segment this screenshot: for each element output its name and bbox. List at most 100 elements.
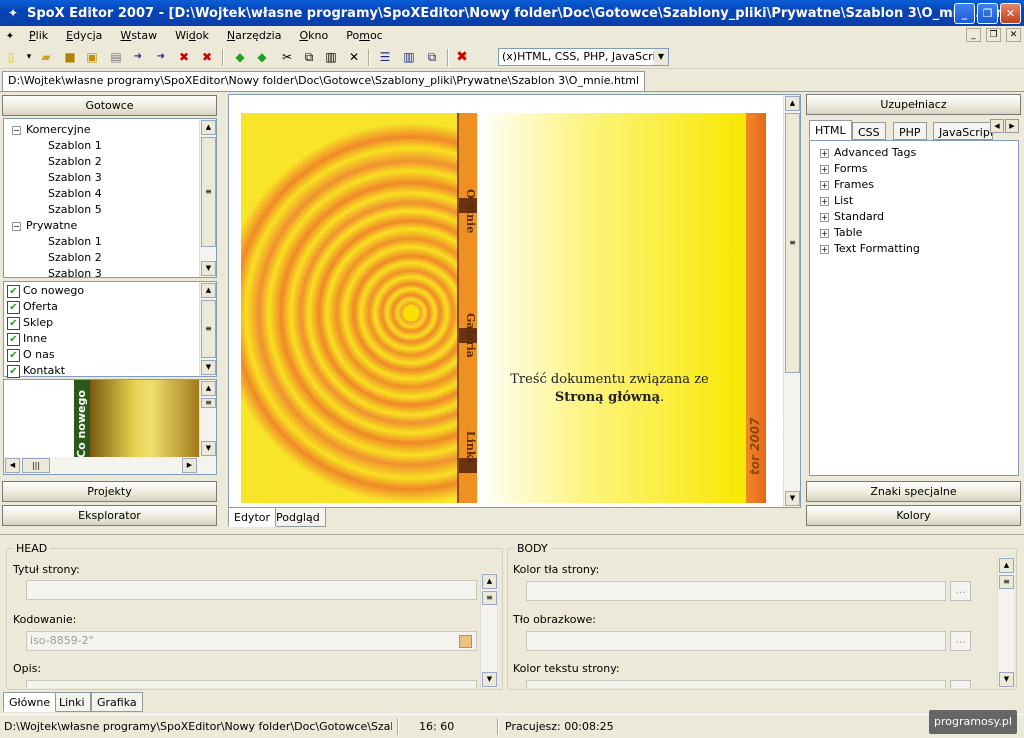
projects-button[interactable]: Projekty [2, 481, 217, 502]
page-list-item[interactable]: ✔ Co nowego [7, 284, 84, 298]
special-chars-button[interactable]: Znaki specjalne [806, 481, 1021, 502]
tab-main[interactable]: Główne [3, 692, 57, 712]
preview-hscroll[interactable]: ◀ ||| ▶ [4, 457, 216, 474]
scroll-thumb[interactable]: ≡ [201, 300, 216, 358]
tree-item[interactable]: Szablon 1 [48, 139, 102, 152]
paste-icon[interactable]: ▥ [323, 49, 339, 65]
scroll-down-icon[interactable]: ▼ [201, 261, 216, 276]
mdi-close-button[interactable]: ✕ [1006, 28, 1021, 42]
scroll-right-icon[interactable]: ▶ [182, 458, 197, 473]
expand-icon[interactable]: + [820, 180, 829, 190]
checkbox[interactable]: ✔ [7, 300, 20, 314]
expand-icon[interactable]: + [820, 228, 829, 238]
html-tag-group[interactable]: + Table [820, 226, 862, 239]
page-list-item[interactable]: ✔ O nas [7, 348, 55, 362]
export-xhtml-icon[interactable]: ➜ [130, 49, 146, 65]
pages-list-scrollbar[interactable]: ▲ ≡ ▼ [199, 282, 216, 376]
text-color-browse-button[interactable]: ... [950, 680, 971, 688]
scroll-down-icon[interactable]: ▼ [201, 360, 216, 375]
delete-all-icon[interactable]: ✖ [199, 49, 215, 65]
split-horizontal-icon[interactable]: ☰ [377, 49, 393, 65]
open-folder-icon[interactable]: ▰ [38, 49, 54, 65]
encoding-field[interactable]: iso-8859-2" [26, 631, 477, 651]
checkbox[interactable]: ✔ [7, 316, 20, 330]
undo-icon[interactable]: ◆ [232, 49, 248, 65]
tab-html[interactable]: HTML [809, 120, 852, 140]
menu-item[interactable]: Pomoc [337, 26, 391, 46]
minimize-button[interactable]: _ [954, 3, 975, 24]
html-tag-group[interactable]: + Frames [820, 178, 874, 191]
scroll-thumb[interactable]: ≡ [482, 591, 497, 605]
editor-scrollbar[interactable]: ▲ ≡ ▼ [783, 95, 800, 507]
tree-item[interactable]: Szablon 5 [48, 203, 102, 216]
close-document-icon[interactable]: ✖ [454, 49, 470, 65]
collapse-icon[interactable]: − [12, 221, 21, 231]
scroll-thumb[interactable]: ≡ [999, 575, 1014, 589]
copy-icon[interactable]: ⧉ [301, 49, 317, 65]
scroll-down-icon[interactable]: ▼ [482, 672, 497, 687]
editor-preview[interactable]: O mnie Galeria Linki Treść dokumentu związ… [228, 94, 801, 508]
description-field[interactable] [26, 680, 477, 688]
save-icon[interactable]: ■ [62, 49, 78, 65]
tree-folder[interactable]: − Komercyjne [12, 123, 91, 136]
mdi-restore-button[interactable]: ❐ [986, 28, 1001, 42]
expand-icon[interactable]: + [820, 212, 829, 222]
print-icon[interactable]: ▤ [108, 49, 124, 65]
autocomplete-button[interactable]: Uzupełniacz [806, 94, 1021, 115]
html-tag-group[interactable]: + Forms [820, 162, 867, 175]
cascade-windows-icon[interactable]: ⧉ [424, 49, 440, 65]
menu-item[interactable]: Widok [166, 26, 218, 46]
scroll-down-icon[interactable]: ▼ [201, 441, 216, 456]
preview-vscroll[interactable]: ▲ ≡ ▼ [199, 380, 216, 457]
bg-color-browse-button[interactable]: ... [950, 581, 971, 601]
tab-css[interactable]: CSS [852, 122, 886, 140]
mdi-minimize-button[interactable]: _ [966, 28, 981, 42]
html-tag-group[interactable]: + List [820, 194, 853, 207]
page-list-item[interactable]: ✔ Sklep [7, 316, 53, 330]
scroll-thumb[interactable]: ≡ [201, 137, 216, 247]
expand-icon[interactable]: + [820, 148, 829, 158]
close-button[interactable]: ✕ [1000, 3, 1021, 24]
tree-item[interactable]: Szablon 2 [48, 251, 102, 264]
bg-image-browse-button[interactable]: ... [950, 631, 971, 651]
text-color-field[interactable] [526, 680, 946, 688]
split-vertical-icon[interactable]: ▥ [401, 49, 417, 65]
menu-item[interactable]: Wstaw [111, 26, 166, 46]
cut-icon[interactable]: ✂ [279, 49, 295, 65]
tree-item[interactable]: Szablon 2 [48, 155, 102, 168]
tabs-scroll-right-icon[interactable]: ▶ [1005, 119, 1019, 133]
html-tag-group[interactable]: + Advanced Tags [820, 146, 916, 159]
head-scrollbar[interactable]: ▲ ≡ ▼ [480, 573, 497, 688]
scroll-up-icon[interactable]: ▲ [999, 558, 1014, 573]
menu-item[interactable]: Plik [20, 26, 57, 46]
tab-preview[interactable]: Podgląd [270, 507, 326, 527]
scroll-left-icon[interactable]: ◀ [5, 458, 20, 473]
scroll-up-icon[interactable]: ▲ [785, 96, 800, 111]
body-scrollbar[interactable]: ▲ ≡ ▼ [997, 557, 1014, 688]
tab-links[interactable]: Linki [53, 692, 91, 712]
checkbox[interactable]: ✔ [7, 332, 20, 346]
document-tab[interactable]: D:\Wojtek\własne programy\SpoXEditor\Now… [2, 71, 646, 91]
menu-item[interactable]: Okno [290, 26, 337, 46]
scroll-down-icon[interactable]: ▼ [999, 672, 1014, 687]
scroll-thumb[interactable]: ≡ [201, 398, 216, 408]
page-list-item[interactable]: ✔ Kontakt [7, 364, 65, 378]
language-select[interactable]: (x)HTML, CSS, PHP, JavaScript ▼ [498, 48, 669, 66]
checkbox[interactable]: ✔ [7, 364, 20, 378]
collapse-icon[interactable]: − [12, 125, 21, 135]
html-tag-group[interactable]: + Text Formatting [820, 242, 920, 255]
tab-javascript[interactable]: JavaScript [933, 122, 993, 140]
scroll-up-icon[interactable]: ▲ [482, 574, 497, 589]
tree-item[interactable]: Szablon 3 [48, 267, 102, 280]
new-file-icon[interactable]: ▯ [3, 49, 19, 65]
tree-item[interactable]: Szablon 1 [48, 235, 102, 248]
chevron-down-icon[interactable]: ▼ [654, 49, 668, 65]
redo-icon[interactable]: ◆ [254, 49, 270, 65]
expand-icon[interactable]: + [820, 196, 829, 206]
menu-item[interactable]: Edycja [57, 26, 111, 46]
maximize-button[interactable]: ❐ [977, 3, 998, 24]
dropdown-arrow-icon[interactable]: ▾ [21, 49, 37, 65]
page-list-item[interactable]: ✔ Inne [7, 332, 47, 346]
tab-graphics[interactable]: Grafika [91, 692, 143, 712]
clear-icon[interactable]: ✕ [346, 49, 362, 65]
